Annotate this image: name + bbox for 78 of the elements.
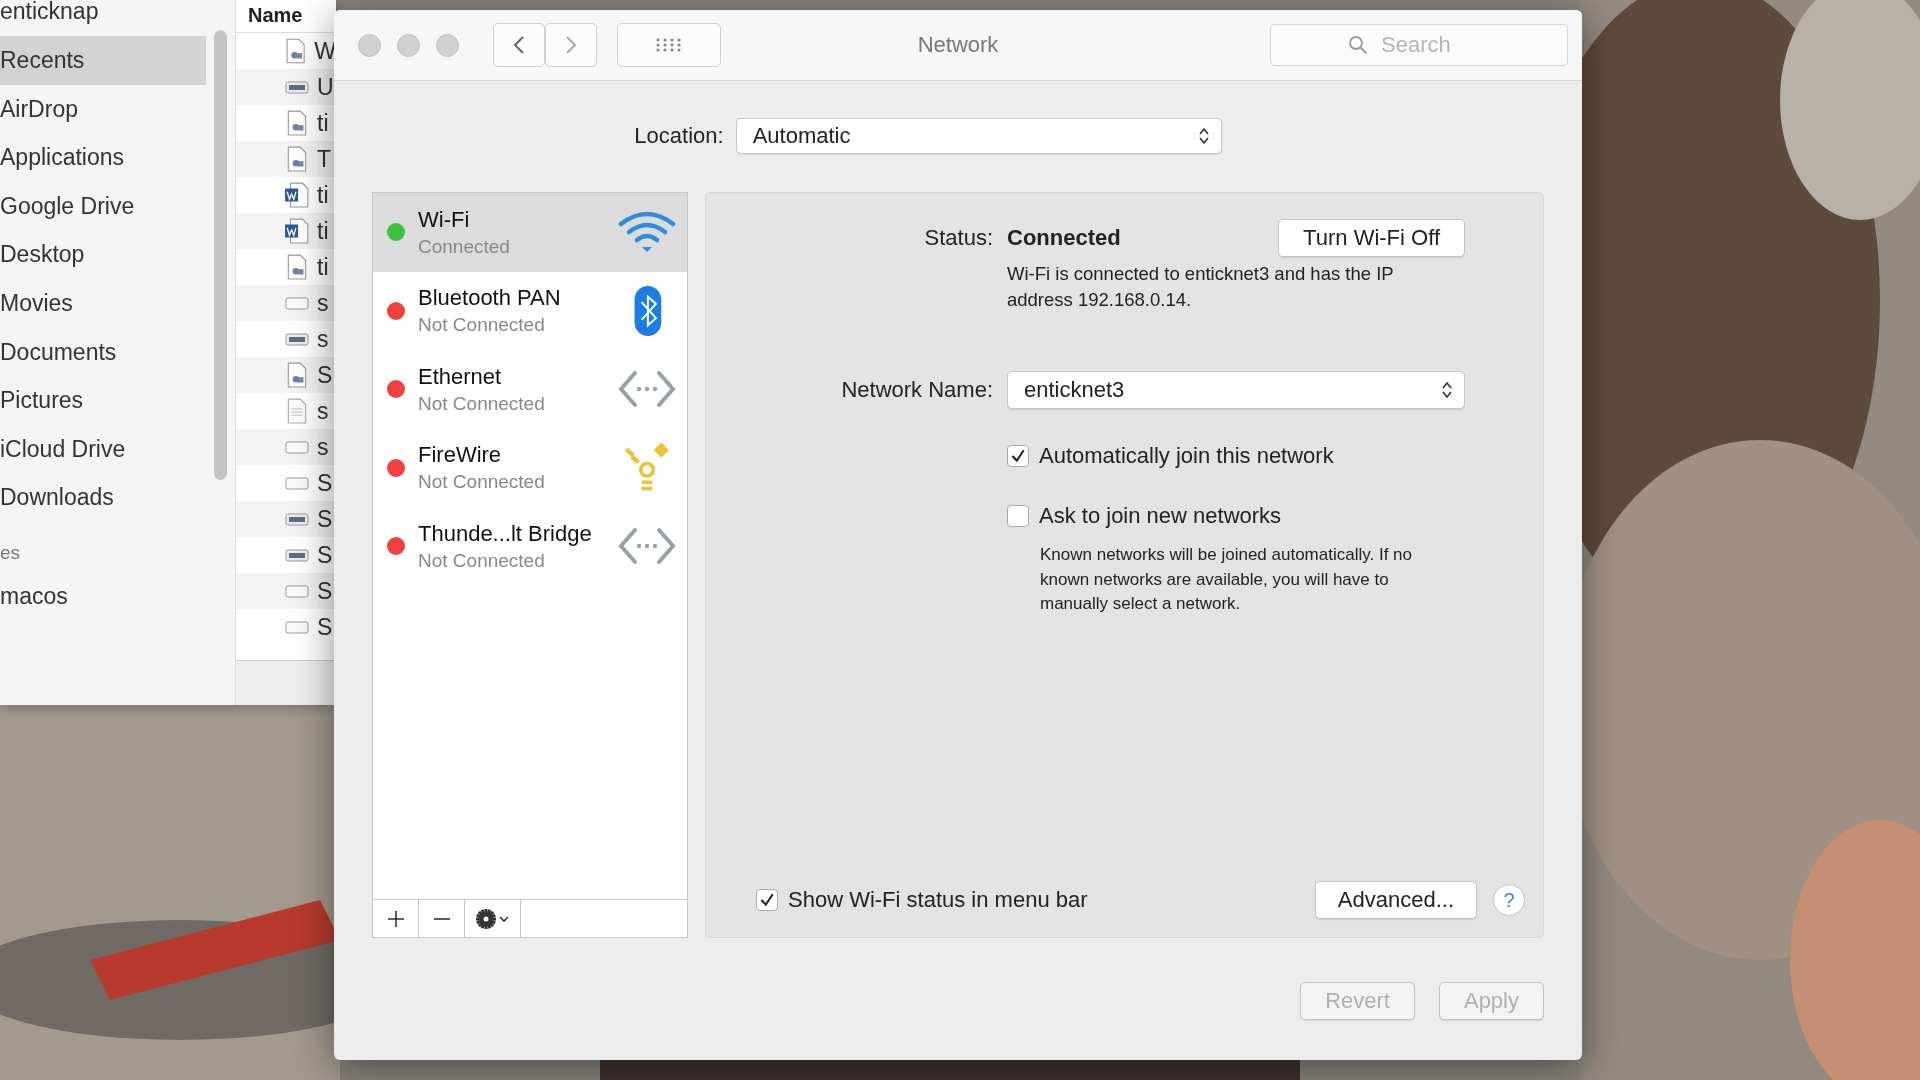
checkbox[interactable] — [756, 889, 778, 911]
file-name[interactable]: s — [317, 289, 329, 317]
back-button[interactable] — [493, 23, 545, 67]
minimize-button[interactable] — [397, 33, 420, 57]
sidebar-item[interactable]: Downloads — [0, 473, 206, 522]
checkbox[interactable] — [1007, 505, 1029, 527]
service-item[interactable]: FireWire Not Connected — [373, 428, 687, 507]
checkbox-label[interactable]: Show Wi-Fi status in menu bar — [788, 887, 1088, 913]
plus-icon — [385, 908, 406, 929]
sidebar-item[interactable]: Applications — [0, 133, 206, 182]
chevron-left-icon — [513, 35, 525, 55]
help-button[interactable]: ? — [1493, 884, 1525, 916]
file-name[interactable]: ti — [317, 253, 329, 281]
stepper-arrows-icon — [1198, 127, 1209, 145]
image-file-icon — [285, 38, 307, 64]
advanced-button[interactable]: Advanced... — [1314, 881, 1477, 919]
search-icon — [1348, 35, 1368, 55]
file-name[interactable]: s — [317, 433, 329, 461]
file-name[interactable]: S — [317, 469, 333, 497]
gear-icon — [474, 907, 511, 930]
network-name-dropdown[interactable]: enticknet3 — [1007, 371, 1465, 409]
minus-icon — [431, 917, 452, 920]
file-name[interactable]: S — [317, 577, 333, 605]
turn-wifi-off-button[interactable]: Turn Wi-Fi Off — [1278, 219, 1465, 257]
location-label: Location: — [634, 123, 724, 149]
file-name[interactable]: ti — [317, 109, 329, 137]
file-name[interactable]: T — [317, 145, 332, 173]
sidebar-item[interactable]: Desktop — [0, 230, 206, 279]
file-name[interactable]: S — [317, 505, 333, 533]
service-item[interactable]: Thunde...lt Bridge Not Connected — [373, 507, 687, 586]
sidebar-item[interactable]: Pictures — [0, 376, 206, 425]
sidebar-section-header: es — [0, 540, 22, 565]
image-file-icon — [285, 110, 309, 136]
file-name[interactable]: ti — [317, 217, 329, 245]
status-label: Status: — [923, 225, 993, 251]
sidebar-item[interactable]: macos — [0, 571, 206, 621]
service-item[interactable]: Bluetooth PAN Not Connected — [373, 271, 687, 350]
file-name[interactable]: S — [317, 361, 333, 389]
file-name[interactable]: W — [314, 37, 336, 65]
scrollbar[interactable] — [214, 30, 227, 480]
sidebar-item[interactable]: Documents — [0, 327, 206, 377]
sidebar-header: enticknap — [0, 0, 100, 24]
sidebar-item[interactable]: AirDrop — [0, 84, 206, 134]
status-description: Wi-Fi is connected to enticknet3 and has the IP address 192.168.0.14. — [1007, 262, 1395, 312]
window-title: Network — [917, 32, 999, 58]
checkbox-label[interactable]: Ask to join new networks — [1039, 503, 1282, 529]
file-name[interactable]: U — [317, 73, 334, 101]
location-dropdown[interactable]: Automatic — [735, 118, 1222, 154]
service-item[interactable]: Wi-Fi Connected — [373, 193, 687, 272]
forward-button[interactable] — [545, 23, 597, 67]
image-file-icon — [285, 362, 309, 388]
chevron-right-icon — [565, 35, 577, 55]
option-note: Known networks will be joined automatically. If no known networks are available, you will have to manually select a network. — [1040, 544, 1413, 615]
sidebar-item[interactable]: Movies — [0, 278, 206, 328]
status-value: Connected — [1007, 225, 1121, 251]
service-item[interactable]: Ethernet Not Connected — [373, 350, 687, 429]
zoom-button[interactable] — [436, 33, 459, 57]
sidebar-item[interactable]: iCloud Drive — [0, 424, 206, 474]
file-name[interactable]: ti — [317, 181, 329, 209]
sidebar-item[interactable]: Google Drive — [0, 181, 206, 231]
image-file-icon — [285, 146, 309, 172]
word-file-icon — [285, 218, 309, 244]
grid-icon — [655, 37, 683, 53]
file-name[interactable]: S — [317, 613, 333, 641]
checkbox-label[interactable]: Automatically join this network — [1039, 443, 1334, 469]
file-name[interactable]: s — [317, 397, 329, 425]
search-field[interactable]: Search — [1270, 24, 1568, 66]
file-name[interactable]: s — [317, 325, 329, 353]
sidebar-item[interactable]: Recents — [0, 36, 206, 85]
show-all-button[interactable] — [617, 23, 721, 67]
document-icon — [285, 398, 309, 424]
network-name-label: Network Name: — [840, 377, 993, 403]
file-name[interactable]: S — [317, 541, 333, 569]
image-file-icon — [285, 254, 309, 280]
stepper-arrows-icon — [1442, 381, 1452, 399]
word-file-icon — [285, 182, 309, 208]
checkbox[interactable] — [1007, 445, 1029, 467]
close-button[interactable] — [358, 33, 381, 57]
